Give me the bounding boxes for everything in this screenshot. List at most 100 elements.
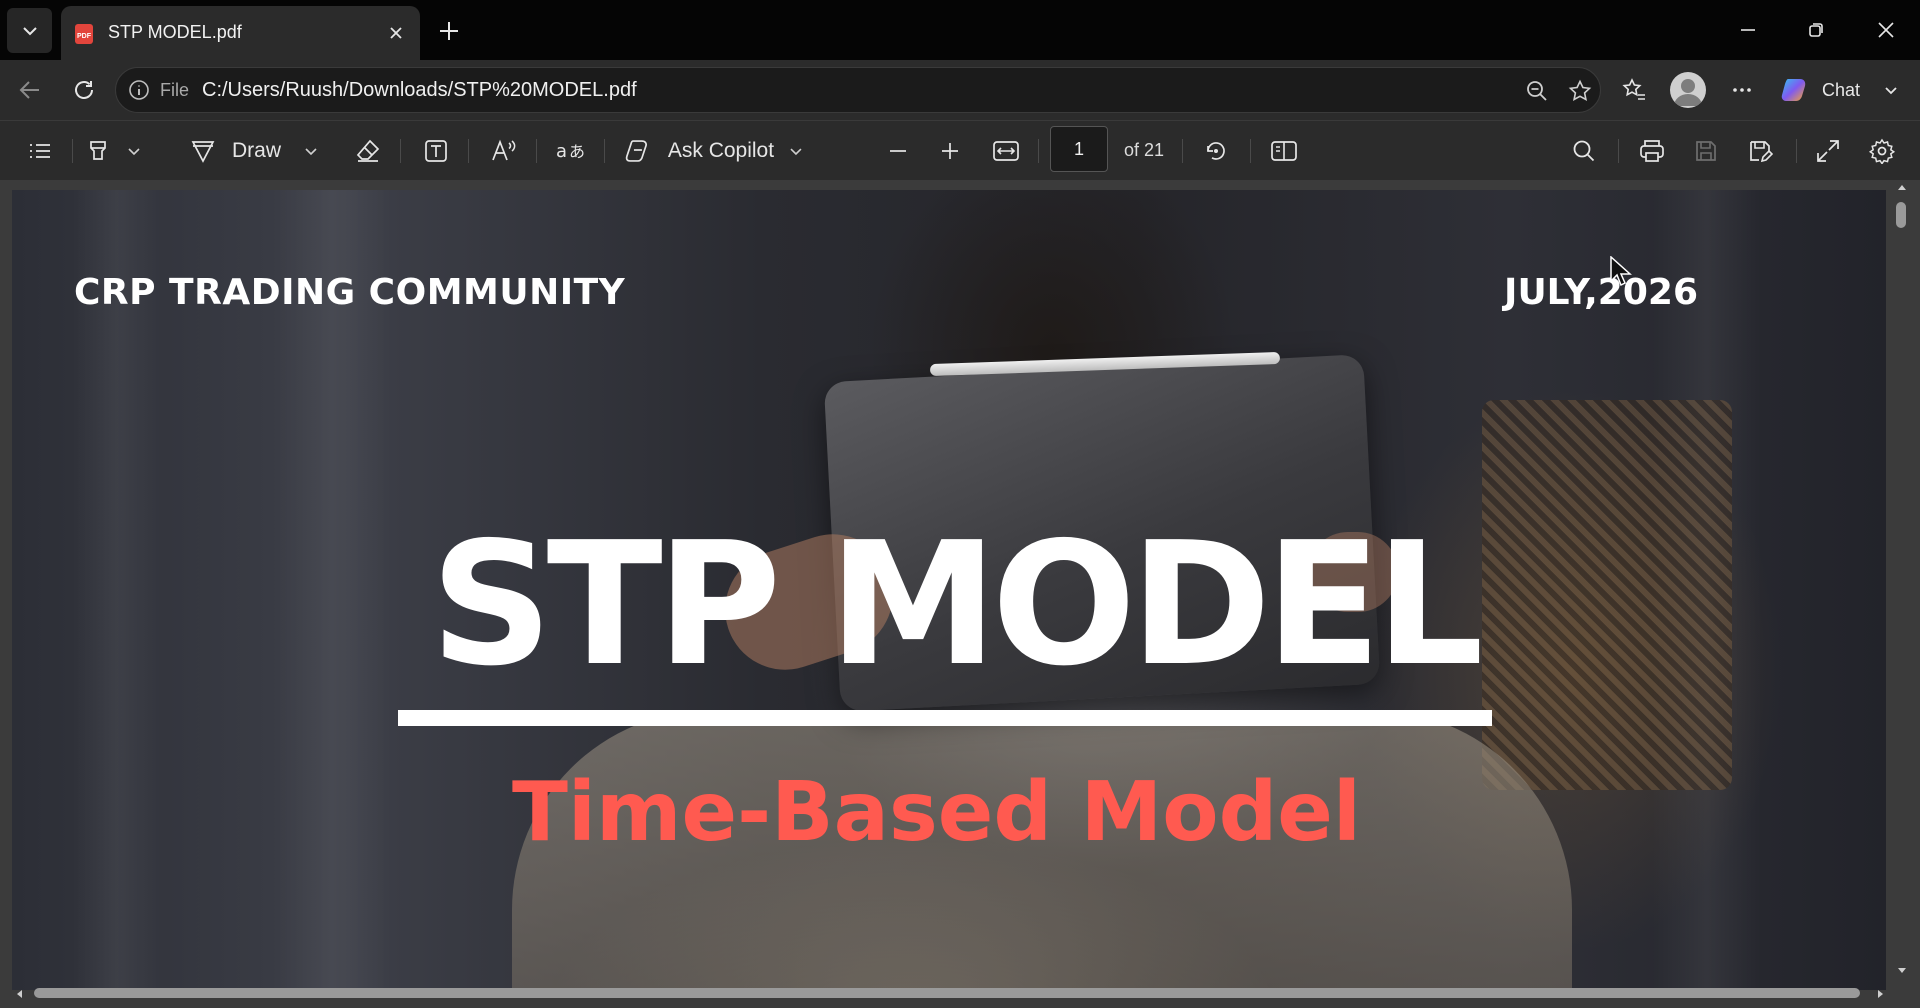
contents-icon xyxy=(30,144,50,158)
svg-text:a: a xyxy=(556,141,567,162)
refresh-button[interactable] xyxy=(64,70,104,110)
page-view-button[interactable] xyxy=(1266,131,1302,171)
fullscreen-icon xyxy=(1817,140,1839,162)
fullscreen-button[interactable] xyxy=(1810,131,1846,171)
rotate-button[interactable] xyxy=(1198,131,1234,171)
active-tab[interactable]: PDF STP MODEL.pdf xyxy=(61,6,420,60)
page-number-input[interactable]: 1 xyxy=(1050,126,1108,172)
pdf-file-icon: PDF xyxy=(73,23,95,45)
vertical-scrollbar-thumb[interactable] xyxy=(1896,202,1906,228)
save-icon xyxy=(1696,141,1716,161)
new-tab-button[interactable] xyxy=(432,14,466,48)
window-close-button[interactable] xyxy=(1866,10,1906,50)
print-button[interactable] xyxy=(1634,131,1670,171)
read-aloud-icon xyxy=(492,139,516,161)
print-icon xyxy=(1640,140,1664,162)
url-text[interactable]: C:/Users/Ruush/Downloads/STP%20MODEL.pdf xyxy=(202,79,637,102)
eraser-button[interactable] xyxy=(350,131,386,171)
title-underline xyxy=(398,710,1492,726)
highlight-button[interactable] xyxy=(86,131,142,171)
separator xyxy=(468,139,469,163)
restore-icon xyxy=(1809,23,1823,37)
pdf-toolbar: Draw aあ Ask Copilot 1 of 21 xyxy=(0,120,1920,180)
text-box-button[interactable] xyxy=(418,131,454,171)
separator xyxy=(72,139,73,163)
more-button[interactable] xyxy=(1722,70,1762,110)
zoom-out-button[interactable] xyxy=(880,131,916,171)
ask-copilot-button[interactable]: Ask Copilot xyxy=(624,131,804,171)
star-icon[interactable] xyxy=(1566,77,1594,105)
horizontal-scrollbar-thumb[interactable] xyxy=(34,988,1860,998)
profile-icon[interactable] xyxy=(1670,72,1706,108)
copilot-icon xyxy=(1781,79,1806,101)
contents-button[interactable] xyxy=(22,131,58,171)
chevron-down-icon xyxy=(305,148,317,156)
pdf-page: CRP TRADING COMMUNITY JULY,2026 STP MODE… xyxy=(12,190,1886,990)
plus-icon xyxy=(440,22,458,40)
save-as-button[interactable] xyxy=(1742,131,1778,171)
tab-actions-chevron-icon xyxy=(22,26,37,35)
back-button[interactable] xyxy=(10,70,50,110)
separator xyxy=(536,139,537,163)
info-icon[interactable] xyxy=(128,79,150,101)
svg-text:あ: あ xyxy=(569,142,585,161)
tab-close-button[interactable] xyxy=(385,22,407,44)
background-photo xyxy=(1482,400,1732,790)
highlight-icon xyxy=(90,141,106,160)
text-box-icon xyxy=(425,140,447,162)
separator xyxy=(1182,139,1183,163)
settings-button[interactable] xyxy=(1864,131,1900,171)
pdf-viewer[interactable]: CRP TRADING COMMUNITY JULY,2026 STP MODE… xyxy=(0,180,1920,1008)
minus-icon xyxy=(890,150,906,152)
chevron-down-icon xyxy=(790,148,802,156)
mouse-cursor-icon xyxy=(1610,256,1632,288)
fit-page-icon xyxy=(993,141,1019,161)
close-icon xyxy=(390,27,402,39)
translate-button[interactable]: aあ xyxy=(552,131,588,171)
copilot-icon xyxy=(625,140,647,162)
chevron-down-icon xyxy=(128,148,140,156)
restore-button[interactable] xyxy=(1796,10,1836,50)
tab-title: STP MODEL.pdf xyxy=(108,22,242,42)
separator xyxy=(1038,139,1039,163)
window-close-icon xyxy=(1878,22,1894,38)
ask-copilot-label: Ask Copilot xyxy=(667,139,775,162)
separator xyxy=(1618,139,1619,163)
page-view-icon xyxy=(1271,141,1297,161)
document-date: JULY,2026 xyxy=(1504,272,1698,313)
more-icon xyxy=(1733,88,1751,92)
minimize-button[interactable] xyxy=(1728,10,1768,50)
tab-bar: PDF STP MODEL.pdf xyxy=(0,0,1920,60)
eraser-icon xyxy=(356,139,380,162)
plus-icon xyxy=(942,143,958,159)
url-scheme: File xyxy=(160,80,190,100)
vertical-scrollbar[interactable] xyxy=(1892,180,1912,980)
page-total: of 21 xyxy=(1124,140,1165,160)
save-button[interactable] xyxy=(1688,131,1724,171)
search-button[interactable] xyxy=(1566,131,1602,171)
settings-icon xyxy=(1869,138,1895,164)
back-arrow-icon xyxy=(19,81,39,99)
tab-actions-button[interactable] xyxy=(7,8,52,53)
document-title: STP MODEL xyxy=(430,506,1483,704)
favorites-button[interactable] xyxy=(1614,70,1654,110)
read-aloud-button[interactable] xyxy=(484,131,524,171)
translate-icon: aあ xyxy=(556,141,585,162)
fit-page-button[interactable] xyxy=(988,131,1024,171)
address-bar: File C:/Users/Ruush/Downloads/STP%20MODE… xyxy=(0,60,1920,120)
draw-button[interactable]: Draw xyxy=(190,131,320,171)
chevron-down-icon[interactable] xyxy=(1882,81,1900,99)
minimize-icon xyxy=(1741,29,1755,31)
separator xyxy=(604,139,605,163)
draw-icon xyxy=(191,141,215,163)
separator xyxy=(1796,139,1797,163)
refresh-icon xyxy=(75,81,93,99)
omnibox[interactable]: File C:/Users/Ruush/Downloads/STP%20MODE… xyxy=(115,67,1601,113)
search-icon xyxy=(1573,140,1595,162)
separator xyxy=(1250,139,1251,163)
zoom-in-button[interactable] xyxy=(932,131,968,171)
draw-label: Draw xyxy=(232,139,282,162)
save-as-icon xyxy=(1750,141,1773,163)
zoom-out-icon[interactable] xyxy=(1523,77,1551,105)
copilot-chat-button[interactable]: Chat xyxy=(1780,70,1920,110)
